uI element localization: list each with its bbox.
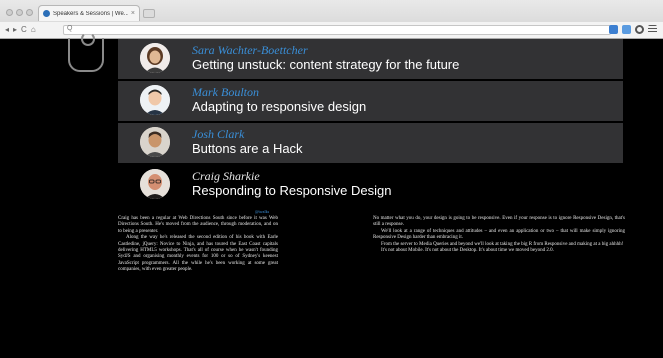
- home-icon[interactable]: ⌂: [31, 25, 36, 34]
- speaker-name[interactable]: Josh Clark: [192, 127, 244, 142]
- speaker-name[interactable]: Sara Wachter-Boettcher: [192, 43, 308, 58]
- gear-icon[interactable]: [635, 25, 644, 34]
- zoom-window-icon[interactable]: [26, 9, 33, 16]
- speaker-name[interactable]: Mark Boulton: [192, 85, 259, 100]
- bio-paragraph: Craig has been a regular at Web Directio…: [118, 216, 278, 234]
- tab-close-icon[interactable]: ×: [131, 10, 135, 17]
- favicon-icon: [43, 10, 50, 17]
- bookmark-icon[interactable]: [622, 25, 631, 34]
- extension-icon[interactable]: [609, 25, 618, 34]
- abstract-paragraph: We'll look at a range of techniques and …: [373, 228, 625, 241]
- close-window-icon[interactable]: [6, 9, 13, 16]
- talk-item[interactable]: Mark Boulton Adapting to responsive desi…: [118, 81, 623, 121]
- site-logo[interactable]: [68, 32, 104, 72]
- tab-title: Speakers & Sessions | We...: [53, 10, 128, 17]
- session-abstract: No matter what you do, your design is go…: [373, 216, 625, 254]
- search-icon: Q: [67, 25, 73, 32]
- address-bar[interactable]: Q: [63, 25, 611, 35]
- reload-icon[interactable]: C: [21, 25, 27, 34]
- avatar: [140, 127, 170, 157]
- talk-list: Sara Wachter-Boettcher Getting unstuck: …: [118, 39, 623, 207]
- menu-icon[interactable]: [648, 25, 657, 34]
- browser-tab[interactable]: Speakers & Sessions | We... ×: [38, 5, 140, 21]
- nav-buttons: ◂ ▸ C ⌂: [5, 25, 36, 34]
- talk-item[interactable]: Sara Wachter-Boettcher Getting unstuck: …: [118, 39, 623, 79]
- talk-item-current: Craig Sharkie Responding to Responsive D…: [118, 165, 623, 205]
- toolbar-icons: [609, 25, 657, 34]
- talk-title: Responding to Responsive Design: [192, 183, 392, 198]
- abstract-paragraph: It's not about Mobile. It's not about th…: [381, 248, 554, 254]
- back-arrow-icon[interactable]: ◂: [5, 25, 9, 34]
- avatar: [140, 85, 170, 115]
- talk-item[interactable]: Josh Clark Buttons are a Hack: [118, 123, 623, 163]
- window-controls: [6, 9, 33, 16]
- talk-title[interactable]: Getting unstuck: content strategy for th…: [192, 57, 459, 72]
- talk-title[interactable]: Buttons are a Hack: [192, 141, 303, 156]
- twitter-handle[interactable]: @twalks: [255, 209, 269, 214]
- talk-title[interactable]: Adapting to responsive design: [192, 99, 366, 114]
- new-tab-button[interactable]: [143, 9, 155, 18]
- avatar: [140, 169, 170, 199]
- speaker-bio: Craig has been a regular at Web Directio…: [118, 216, 278, 274]
- browser-chrome: Speakers & Sessions | We... × ◂ ▸ C ⌂ Q: [0, 0, 663, 39]
- abstract-paragraph: No matter what you do, your design is go…: [373, 216, 625, 228]
- minimize-window-icon[interactable]: [16, 9, 23, 16]
- bio-paragraph: Along the way he's released the second e…: [118, 235, 278, 273]
- speaker-name: Craig Sharkie: [192, 169, 260, 183]
- browser-toolbar: ◂ ▸ C ⌂ Q: [0, 22, 663, 38]
- forward-arrow-icon[interactable]: ▸: [13, 25, 17, 34]
- avatar: [140, 43, 170, 73]
